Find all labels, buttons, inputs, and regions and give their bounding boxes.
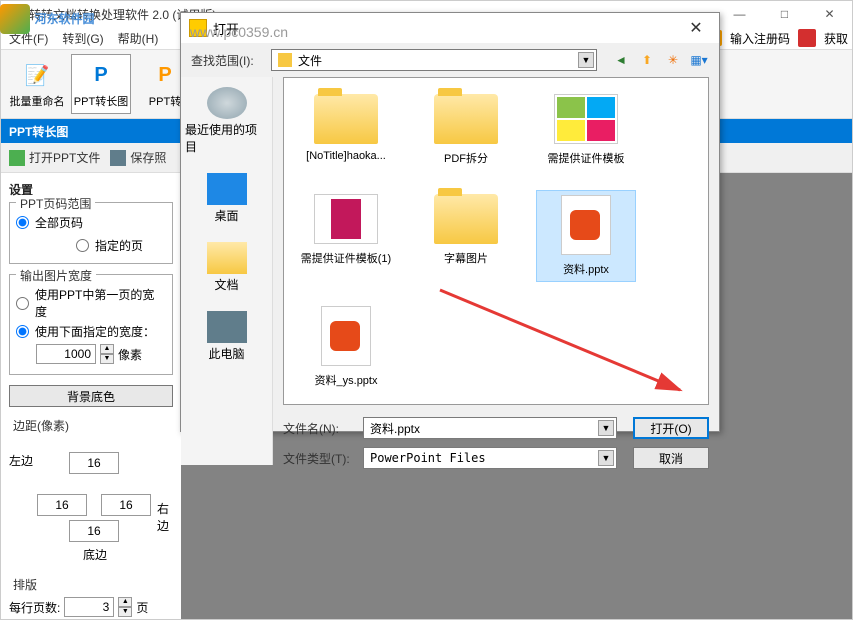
filename-combo[interactable]: 资料.pptx ▼ [363, 417, 617, 439]
file-item-folder[interactable]: 字幕图片 [416, 190, 516, 282]
radio-specify-pages[interactable] [76, 239, 89, 252]
cart-icon[interactable] [798, 29, 816, 47]
desktop-icon [207, 173, 247, 205]
radio-all-pages[interactable] [16, 216, 29, 229]
background-color-button[interactable]: 背景底色 [9, 385, 173, 407]
output-width-group: 输出图片宽度 使用PPT中第一页的宽度 使用下面指定的宽度： ▲▼ 像素 [9, 274, 173, 375]
width-input[interactable] [36, 344, 96, 364]
close-button[interactable]: ✕ [807, 1, 852, 27]
radio-use-below-width[interactable] [16, 325, 29, 338]
folder-icon [434, 94, 498, 144]
menu-help[interactable]: 帮助(H) [118, 30, 159, 47]
pptx-icon: P [321, 306, 371, 366]
look-in-row: 查找范围(I): 文件 ▼ ◄ ⬆ ✳ ▦▾ [181, 43, 719, 77]
margin-left-input[interactable]: 16 [37, 494, 87, 516]
margin-top-input[interactable]: 16 [69, 452, 119, 474]
radio-use-first-width[interactable] [16, 297, 29, 310]
folder-small-icon [278, 53, 292, 67]
place-this-pc[interactable]: 此电脑 [203, 307, 251, 366]
width-spinner[interactable]: ▲▼ [100, 344, 114, 364]
place-desktop[interactable]: 桌面 [203, 169, 251, 228]
view-menu-button[interactable]: ▦▾ [689, 50, 709, 70]
rename-icon: 📝 [21, 59, 53, 91]
menu-goto[interactable]: 转到(G) [62, 30, 103, 47]
margins-group: 边距(像素) 顶边 16 左边 16 16 右边 16 底边 [9, 417, 173, 572]
file-list[interactable]: [NoTitle]haoka... PDF拆分 需提供证件模板 需提供证件模板(… [283, 77, 709, 405]
settings-panel: 设置 PPT页码范围 全部页码 指定的页 输出图片宽度 使用PPT中第一页的宽度… [1, 173, 181, 619]
pptx-icon: P [561, 195, 611, 255]
file-item-folder[interactable]: [NoTitle]haoka... [296, 90, 396, 170]
file-item-pptx-selected[interactable]: P 资料.pptx [536, 190, 636, 282]
open-folder-icon [9, 150, 25, 166]
ppt-other-icon: P [149, 59, 181, 91]
save-icon [110, 150, 126, 166]
chevron-down-icon: ▼ [598, 420, 614, 436]
per-row-spinner[interactable]: ▲▼ [118, 597, 132, 617]
ppt-long-icon: P [85, 59, 117, 91]
dialog-titlebar: 打开 ✕ [181, 13, 719, 43]
get-link[interactable]: 获取 [824, 30, 848, 47]
margin-bottom-input[interactable]: 16 [69, 520, 119, 542]
app-icon [7, 6, 23, 22]
active-tab[interactable]: PPT转长图 [9, 123, 68, 140]
tool-ppt-long[interactable]: P PPT转长图 [71, 54, 131, 114]
dialog-close-button[interactable]: ✕ [681, 18, 711, 38]
recent-icon [207, 87, 247, 119]
topbar-right: 输入注册码 获取 [706, 29, 848, 47]
pc-icon [207, 311, 247, 343]
filetype-combo[interactable]: PowerPoint Files ▼ [363, 447, 617, 469]
new-folder-button[interactable]: ✳ [663, 50, 683, 70]
documents-icon [207, 242, 247, 274]
open-dialog: 打开 ✕ 查找范围(I): 文件 ▼ ◄ ⬆ ✳ ▦▾ 最近使用的项目 桌面 [180, 12, 720, 432]
chevron-down-icon: ▼ [578, 52, 594, 68]
places-bar: 最近使用的项目 桌面 文档 此电脑 [181, 77, 273, 465]
dialog-title: 打开 [213, 19, 681, 38]
file-item-folder[interactable]: 需提供证件模板 [536, 90, 636, 170]
save-image-button[interactable]: 保存照 [110, 149, 166, 166]
file-item-pptx[interactable]: P 资料_ys.pptx [296, 302, 396, 392]
menu-file[interactable]: 文件(F) [9, 30, 48, 47]
place-documents[interactable]: 文档 [203, 238, 251, 297]
back-button[interactable]: ◄ [611, 50, 631, 70]
page-range-group: PPT页码范围 全部页码 指定的页 [9, 202, 173, 264]
thumbnail-icon [314, 194, 378, 244]
place-recent[interactable]: 最近使用的项目 [181, 83, 272, 159]
layout-group: 排版 每行页数: ▲▼ 页 第一页占满图片宽度 水平间距: ▲▼ 像素 [9, 576, 173, 619]
look-in-combo[interactable]: 文件 ▼ [271, 49, 597, 71]
folder-icon [434, 194, 498, 244]
thumbnail-icon [554, 94, 618, 144]
maximize-button[interactable]: □ [762, 1, 807, 27]
open-ppt-button[interactable]: 打开PPT文件 [9, 149, 100, 166]
per-row-input[interactable] [64, 597, 114, 617]
register-link[interactable]: 输入注册码 [730, 30, 790, 47]
minimize-button[interactable]: — [717, 1, 762, 27]
open-button[interactable]: 打开(O) [633, 417, 709, 439]
cancel-button[interactable]: 取消 [633, 447, 709, 469]
margin-right-input[interactable]: 16 [101, 494, 151, 516]
dialog-folder-icon [189, 19, 207, 37]
chevron-down-icon: ▼ [598, 450, 614, 466]
folder-icon [314, 94, 378, 144]
file-item-folder[interactable]: PDF拆分 [416, 90, 516, 170]
tool-batch-rename[interactable]: 📝 批量重命名 [7, 54, 67, 114]
up-button[interactable]: ⬆ [637, 50, 657, 70]
file-item-folder[interactable]: 需提供证件模板(1) [296, 190, 396, 282]
